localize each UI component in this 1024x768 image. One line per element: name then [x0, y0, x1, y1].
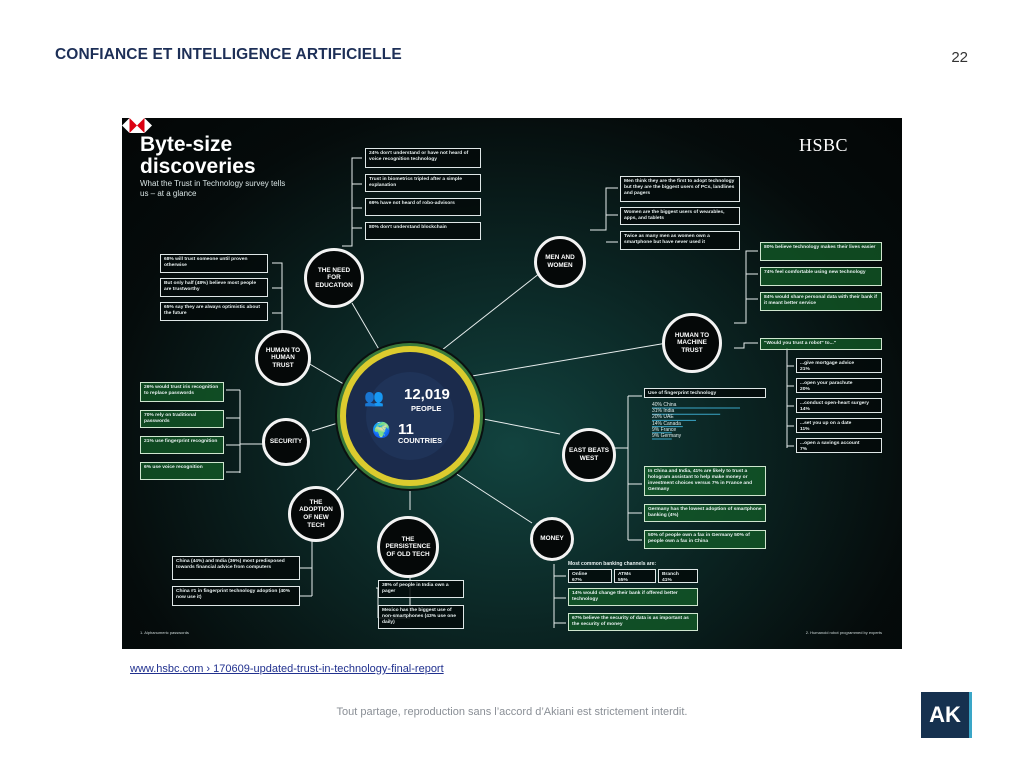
- east-west-box: In China and India, 41% are likely to tr…: [644, 466, 766, 496]
- node-human-to-machine: HUMAN TO MACHINE TRUST: [662, 313, 722, 373]
- node-money: MONEY: [530, 517, 574, 561]
- human-trust-box: But only half (48%) believe most people …: [160, 278, 268, 297]
- human-trust-box: 68% will trust someone until proven othe…: [160, 254, 268, 273]
- adoption-box: China (44%) and India (36%) most predisp…: [172, 556, 300, 580]
- node-adoption-of-new-tech: THE ADOPTION OF NEW TECH: [288, 486, 344, 542]
- fingerprint-row: 9% Germany: [652, 433, 682, 440]
- men-women-box: Twice as many men as women own a smartph…: [620, 231, 740, 250]
- machine-trust-box: 74% feel comfortable using new technolog…: [760, 267, 882, 286]
- education-box: 69% have not heard of robo-advisors: [365, 198, 481, 216]
- countries-label: COUNTRIES: [398, 436, 443, 445]
- center-stats-ring: [340, 346, 480, 486]
- robot-box: ...conduct open-heart surgery 14%: [796, 398, 882, 413]
- robot-box: ...open your parachute 20%: [796, 378, 882, 393]
- source-link[interactable]: www.hsbc.com › 170609-updated-trust-in-t…: [130, 663, 444, 675]
- adoption-box: China #1 in fingerprint technology adopt…: [172, 586, 300, 606]
- fingerprint-list: 40% China 31% India 20% UAE 14% Canada 9% Fr…: [652, 402, 681, 439]
- fingerprint-row: 14% Canada: [652, 420, 681, 427]
- education-box: 24% don't understand or have not heard o…: [365, 148, 481, 168]
- money-channels-heading: Most common banking channels are:: [568, 561, 657, 567]
- infographic-subtitle: What the Trust in Technology survey tell…: [140, 179, 286, 198]
- node-need-for-education: THE NEED FOR EDUCATION: [304, 248, 364, 308]
- robot-question-box: "Would you trust a robot" to...": [760, 338, 882, 350]
- machine-trust-box: 84% would share personal data with their…: [760, 292, 882, 311]
- people-icon: 👥: [364, 390, 384, 407]
- node-security: SECURITY: [262, 418, 310, 466]
- footer-disclaimer: Tout partage, reproduction sans l’accord…: [336, 706, 688, 718]
- men-women-box: Men think they are the first to adopt te…: [620, 176, 740, 202]
- east-west-box: Germany has the lowest adoption of smart…: [644, 504, 766, 522]
- human-trust-box: 65% say they are always optimistic about…: [160, 302, 268, 321]
- robot-box: ...open a savings account 7%: [796, 438, 882, 453]
- machine-trust-box: 80% believe technology makes their lives…: [760, 242, 882, 261]
- security-box: 6% use voice recognition: [140, 462, 224, 480]
- akiani-logo: AK: [921, 692, 972, 738]
- footnote-right: 2. Humanoid robot programmed by experts: [805, 630, 882, 635]
- footnote-left: 1. Alphanumeric passwords: [140, 630, 189, 635]
- node-men-and-women: MEN AND WOMEN: [534, 236, 586, 288]
- persistence-box: 38% of people in India own a pager: [378, 580, 464, 598]
- people-label: PEOPLE: [411, 404, 442, 413]
- channel-branch: Branch 41%: [658, 569, 698, 583]
- infographic: Byte-size discoveries What the Trust in …: [122, 118, 902, 649]
- security-box: 21% use fingerprint recognition: [140, 436, 224, 454]
- security-box: 70% rely on traditional passwords: [140, 410, 224, 428]
- money-box: 67% believe the security of data is as i…: [568, 613, 698, 631]
- men-women-box: Women are the biggest users of wearables…: [620, 207, 740, 225]
- hsbc-logo: HSBC: [798, 135, 848, 155]
- channel-atms: ATMs 55%: [614, 569, 656, 583]
- node-east-beats-west: EAST BEATS WEST: [562, 428, 616, 482]
- hsbc-hexagon-icon: [122, 118, 152, 133]
- globe-icon: 🌍: [372, 422, 391, 439]
- education-box: Trust in biometrics tripled after a simp…: [365, 174, 481, 192]
- fingerprint-heading: Use of fingerprint technology: [644, 388, 766, 398]
- robot-box: ...give mortgage advice 21%: [796, 358, 882, 373]
- node-persistence-of-old-tech: THE PERSISTENCE OF OLD TECH: [377, 516, 439, 578]
- channel-online: Online 67%: [568, 569, 612, 583]
- robot-box: ...set you up on a date 11%: [796, 418, 882, 433]
- money-box: 14% would change their bank if offered b…: [568, 588, 698, 606]
- education-box: 80% don't understand blockchain: [365, 222, 481, 240]
- people-count: 12,019: [404, 386, 450, 403]
- persistence-box: Mexico has the biggest use of non-smartp…: [378, 605, 464, 629]
- node-human-to-human: HUMAN TO HUMAN TRUST: [255, 330, 311, 386]
- page-number: 22: [951, 49, 968, 66]
- east-west-box: 50% of people own a fax in Germany 50% o…: [644, 530, 766, 549]
- slide-title: CONFIANCE ET INTELLIGENCE ARTIFICIELLE: [55, 46, 402, 63]
- security-box: 26% would trust iris recognition to repl…: [140, 382, 224, 402]
- infographic-title: Byte-size discoveries: [140, 133, 256, 178]
